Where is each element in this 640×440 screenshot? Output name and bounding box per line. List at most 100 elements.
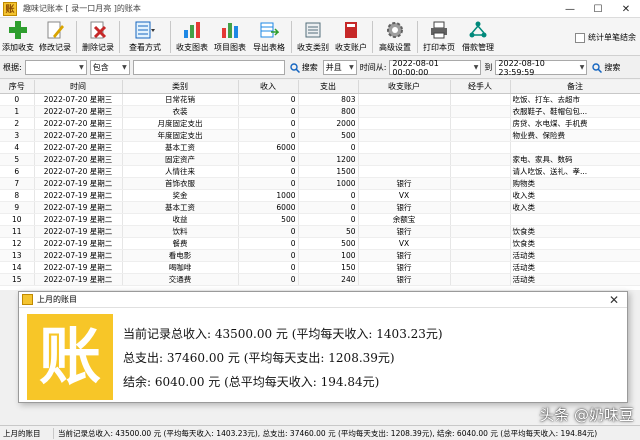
time-from-picker[interactable]: 2022-08-01 00:00:00 ▼ bbox=[389, 59, 482, 77]
table-row[interactable]: 1 2022-07-20 星期三 衣装 0 800 衣服鞋子、鞋帽包包... bbox=[0, 105, 640, 118]
income-chart-label: 收支图表 bbox=[176, 43, 208, 52]
column-header-index[interactable]: 序号 bbox=[0, 80, 35, 94]
cell-handler bbox=[450, 261, 511, 274]
column-header-handler[interactable]: 经手人 bbox=[450, 80, 511, 94]
cell-account: 银行 bbox=[358, 273, 451, 286]
calendar-dropdown-icon: ▼ bbox=[473, 64, 479, 71]
table-row[interactable]: 9 2022-07-19 星期二 基本工资 6000 0 银行 收入类 bbox=[0, 201, 640, 214]
add-record-button[interactable]: 添加收支 bbox=[0, 18, 36, 56]
table-body: 0 2022-07-20 星期三 日常花销 0 803 吃饭、打车、去超市 1 2022-07… bbox=[0, 93, 640, 286]
item-chart-button[interactable]: 项目图表 bbox=[211, 18, 249, 56]
add-record-label: 添加收支 bbox=[2, 43, 34, 52]
table-row[interactable]: 15 2022-07-19 星期二 交通费 0 240 银行 活动类 bbox=[0, 273, 640, 286]
minimize-button[interactable]: — bbox=[556, 0, 584, 18]
match-mode-select[interactable]: 包含 ▼ bbox=[89, 60, 130, 75]
dialog-title: 上月的账目 bbox=[37, 295, 77, 304]
search-icon bbox=[290, 62, 300, 73]
status-bar: 上月的账目 当前记录总收入: 43500.00 元 (平均每天收入: 1403.… bbox=[0, 425, 640, 440]
export-table-icon bbox=[258, 20, 280, 40]
delete-record-button[interactable]: 删除记录 bbox=[79, 18, 117, 56]
cell-account: 银行 bbox=[358, 249, 451, 262]
column-header-note[interactable]: 备注 bbox=[510, 80, 640, 94]
cell-account bbox=[358, 153, 451, 166]
close-button[interactable]: ✕ bbox=[612, 0, 640, 18]
cell-account: 银行 bbox=[358, 261, 451, 274]
records-table[interactable]: 序号 时间 类别 收入 支出 收支账户 经手人 备注 0 2022-07-20 星… bbox=[0, 80, 640, 290]
table-row[interactable]: 2 2022-07-20 星期三 月度固定支出 0 2000 房贷、水电煤、手机费 bbox=[0, 117, 640, 130]
advanced-settings-button[interactable]: 高级设置 bbox=[375, 18, 415, 56]
total-expense-text: 总支出: 37460.00 元 (平均每天支出: 1208.39元) bbox=[123, 351, 395, 365]
column-header-expense[interactable]: 支出 bbox=[298, 80, 359, 94]
account-button[interactable]: 收支账户 bbox=[332, 18, 370, 56]
cell-handler bbox=[450, 249, 511, 262]
single-balance-checkbox[interactable] bbox=[575, 32, 585, 43]
account-label: 收支账户 bbox=[335, 43, 367, 52]
cell-income: 0 bbox=[238, 261, 299, 274]
cell-handler bbox=[450, 225, 511, 238]
table-row[interactable]: 4 2022-07-20 星期三 基本工资 6000 0 bbox=[0, 141, 640, 154]
table-row[interactable]: 5 2022-07-20 星期三 固定资产 0 1200 家电、家具、数码 bbox=[0, 153, 640, 166]
print-page-button[interactable]: 打印本页 bbox=[420, 18, 458, 56]
cell-expense: 0 bbox=[298, 201, 359, 214]
table-row[interactable]: 12 2022-07-19 星期二 餐费 0 500 VX 饮食类 bbox=[0, 237, 640, 250]
cell-handler bbox=[450, 273, 511, 286]
keyword-input[interactable] bbox=[132, 60, 285, 75]
settings-icon bbox=[384, 20, 406, 40]
cell-category: 月度固定支出 bbox=[122, 117, 239, 130]
table-row[interactable]: 3 2022-07-20 星期三 年度固定支出 0 500 物业费、保险费 bbox=[0, 129, 640, 142]
table-row[interactable]: 8 2022-07-19 星期二 奖金 1000 0 VX 收入类 bbox=[0, 189, 640, 202]
table-row[interactable]: 11 2022-07-19 星期二 饮料 0 50 银行 饮食类 bbox=[0, 225, 640, 238]
table-row[interactable]: 14 2022-07-19 星期二 喝咖啡 0 150 银行 活动类 bbox=[0, 261, 640, 274]
cell-note: 饮食类 bbox=[510, 225, 640, 238]
column-header-income[interactable]: 收入 bbox=[238, 80, 299, 94]
table-row[interactable]: 0 2022-07-20 星期三 日常花销 0 803 吃饭、打车、去超市 bbox=[0, 93, 640, 106]
table-row[interactable]: 6 2022-07-20 星期三 人情往来 0 1500 请人吃饭、送礼、孝... bbox=[0, 165, 640, 178]
cell-note: 活动类 bbox=[510, 273, 640, 286]
cell-time: 2022-07-19 星期二 bbox=[34, 201, 123, 214]
table-row[interactable]: 13 2022-07-19 星期二 看电影 0 100 银行 活动类 bbox=[0, 249, 640, 262]
cell-income: 0 bbox=[238, 105, 299, 118]
column-header-time[interactable]: 时间 bbox=[34, 80, 123, 94]
cell-time: 2022-07-20 星期三 bbox=[34, 153, 123, 166]
table-row[interactable]: 7 2022-07-19 星期二 首饰衣服 0 1000 银行 购物类 bbox=[0, 177, 640, 190]
table-row[interactable]: 10 2022-07-19 星期二 收益 500 0 余额宝 bbox=[0, 213, 640, 226]
filter-field-select[interactable]: ▼ bbox=[24, 60, 87, 75]
view-mode-button[interactable]: 查看方式 bbox=[122, 18, 168, 56]
cell-income: 0 bbox=[238, 93, 299, 106]
cell-note: 衣服鞋子、鞋帽包包... bbox=[510, 105, 640, 118]
delete-record-label: 删除记录 bbox=[82, 43, 114, 52]
time-to-picker[interactable]: 2022-08-10 23:59:59 ▼ bbox=[495, 59, 588, 77]
keyword-search-button[interactable]: 搜索 bbox=[288, 60, 320, 76]
toolbar-separator bbox=[170, 21, 171, 53]
cell-expense: 100 bbox=[298, 249, 359, 262]
cell-time: 2022-07-19 星期二 bbox=[34, 249, 123, 262]
loan-management-button[interactable]: 借款管理 bbox=[458, 18, 498, 56]
cell-note bbox=[510, 213, 640, 226]
time-search-label: 搜索 bbox=[604, 63, 621, 72]
cell-income: 0 bbox=[238, 129, 299, 142]
view-mode-label: 查看方式 bbox=[129, 43, 161, 52]
loan-icon bbox=[467, 20, 489, 40]
cell-handler bbox=[450, 201, 511, 214]
dialog-title-bar: 上月的账目 ✕ bbox=[19, 292, 627, 308]
cell-index: 0 bbox=[0, 93, 35, 106]
cell-income: 500 bbox=[238, 213, 299, 226]
cell-index: 6 bbox=[0, 165, 35, 178]
logic-select[interactable]: 并且 ▼ bbox=[322, 60, 357, 75]
cell-account bbox=[358, 105, 451, 118]
single-balance-toggle[interactable]: 统计单笔结余 bbox=[575, 32, 636, 43]
maximize-button[interactable]: ☐ bbox=[584, 0, 612, 18]
keyword-search-label: 搜索 bbox=[301, 63, 318, 72]
category-button[interactable]: 收支类别 bbox=[294, 18, 332, 56]
column-header-category[interactable]: 类别 bbox=[122, 80, 239, 94]
time-search-button[interactable]: 搜索 bbox=[590, 60, 622, 76]
cell-category: 收益 bbox=[122, 213, 239, 226]
dialog-close-button[interactable]: ✕ bbox=[609, 293, 619, 307]
cell-category: 人情往来 bbox=[122, 165, 239, 178]
column-header-account[interactable]: 收支账户 bbox=[358, 80, 451, 94]
edit-record-button[interactable]: 修改记录 bbox=[36, 18, 74, 56]
status-summary: 当前记录总收入: 43500.00 元 (平均每天收入: 1403.23元), … bbox=[58, 428, 598, 438]
income-chart-button[interactable]: 收支图表 bbox=[173, 18, 211, 56]
export-table-button[interactable]: 导出表格 bbox=[249, 18, 289, 56]
cell-category: 饮料 bbox=[122, 225, 239, 238]
